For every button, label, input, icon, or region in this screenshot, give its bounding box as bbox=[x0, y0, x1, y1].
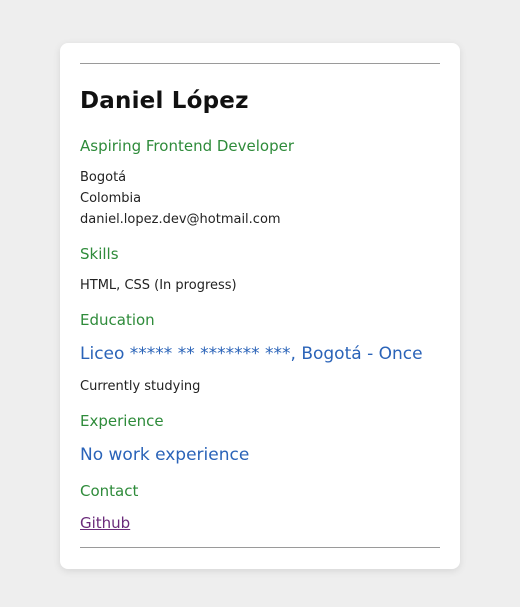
address-city: Bogotá bbox=[80, 170, 127, 185]
address-block: Bogotá Colombia daniel.lopez.dev@hotmail… bbox=[80, 167, 281, 230]
experience-heading: Experience bbox=[80, 412, 164, 430]
top-divider bbox=[80, 63, 440, 64]
education-heading: Education bbox=[80, 311, 155, 329]
education-status: Currently studying bbox=[80, 379, 201, 394]
bottom-divider bbox=[80, 547, 440, 548]
github-link[interactable]: Github bbox=[80, 514, 130, 532]
address-country: Colombia bbox=[80, 191, 142, 206]
profile-name: Daniel López bbox=[80, 88, 249, 114]
skills-value: HTML, CSS (In progress) bbox=[80, 278, 237, 293]
profile-role: Aspiring Frontend Developer bbox=[80, 137, 295, 155]
address-email: daniel.lopez.dev@hotmail.com bbox=[80, 212, 281, 227]
profile-card: Daniel López Aspiring Frontend Developer… bbox=[60, 43, 460, 569]
experience-value: No work experience bbox=[80, 445, 250, 465]
education-school: Liceo ***** ** ******* ***, Bogotá - Onc… bbox=[80, 344, 423, 364]
skills-heading: Skills bbox=[80, 245, 119, 263]
contact-heading: Contact bbox=[80, 482, 139, 500]
